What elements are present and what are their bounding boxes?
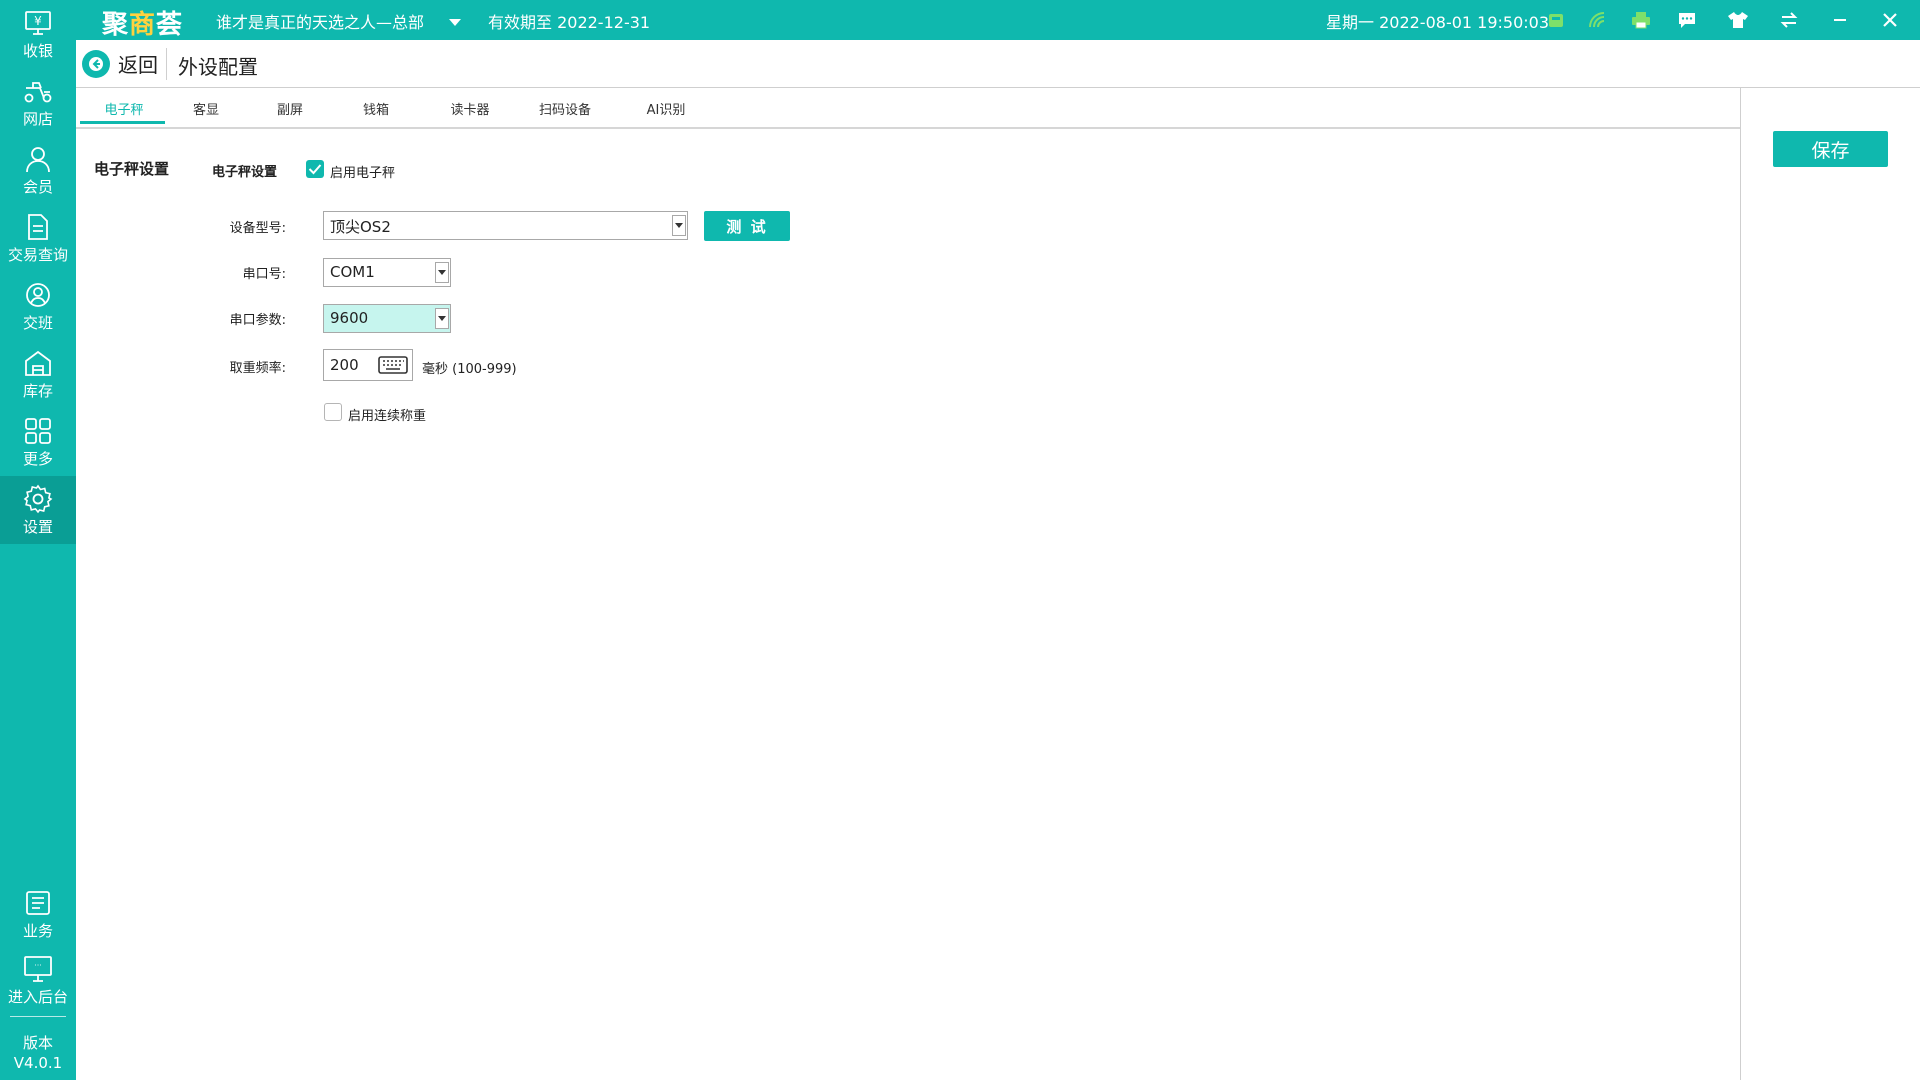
app-logo: 聚商荟 bbox=[102, 10, 184, 40]
baud-label: 串口参数: bbox=[229, 313, 286, 328]
gear-icon bbox=[23, 484, 53, 514]
freq-label: 取重频率: bbox=[229, 361, 286, 376]
sidebar-item-member[interactable]: 会员 bbox=[0, 136, 76, 204]
sidebar-item-label: 设置 bbox=[22, 517, 53, 536]
back-arrow-icon bbox=[82, 49, 110, 78]
sidebar-item-business[interactable]: 业务 bbox=[0, 880, 76, 948]
continuous-weighing-label: 启用连续称重 bbox=[348, 409, 427, 424]
checkmark-icon bbox=[308, 164, 322, 175]
version-label: 版本 bbox=[22, 1034, 53, 1052]
port-label: 串口号: bbox=[242, 267, 286, 282]
save-button[interactable]: 保存 bbox=[1773, 131, 1888, 167]
tab-scale[interactable]: 电子秤 bbox=[99, 99, 149, 118]
subsection-title: 电子秤设置 bbox=[212, 165, 278, 180]
device-model-label: 设备型号: bbox=[229, 221, 286, 236]
sidebar-item-label: 进入后台 bbox=[7, 987, 68, 1006]
more-grid-icon bbox=[23, 416, 53, 446]
sidebar: ¥ 收银 网店 会员 交易查询 交班 库存 更多 设置 业务 ··· 进入后台 … bbox=[0, 0, 76, 1080]
tab-scanner[interactable]: 扫码设备 bbox=[535, 99, 595, 118]
sidebar-item-more[interactable]: 更多 bbox=[0, 408, 76, 476]
message-icon[interactable] bbox=[1675, 8, 1699, 32]
tab-card-reader[interactable]: 读卡器 bbox=[445, 99, 495, 118]
page-title: 外设配置 bbox=[178, 55, 258, 79]
page-header: 返回 外设配置 bbox=[76, 40, 1920, 88]
dropdown-arrow-icon[interactable] bbox=[435, 262, 449, 283]
shift-handover-icon bbox=[23, 280, 53, 310]
chevron-down-icon[interactable] bbox=[448, 12, 462, 31]
printer-icon[interactable] bbox=[1629, 8, 1653, 32]
current-datetime: 星期一 2022-08-01 19:50:03 bbox=[1326, 13, 1550, 32]
svg-text:¥: ¥ bbox=[34, 14, 42, 28]
sidebar-item-label: 网店 bbox=[22, 109, 53, 128]
svg-text:···: ··· bbox=[34, 961, 42, 970]
sidebar-item-label: 会员 bbox=[22, 177, 53, 196]
swap-icon[interactable] bbox=[1777, 8, 1801, 32]
minimize-icon[interactable] bbox=[1828, 8, 1852, 32]
freq-value: 200 bbox=[330, 356, 359, 374]
active-tab-indicator bbox=[80, 121, 165, 124]
dropdown-arrow-icon[interactable] bbox=[672, 215, 686, 236]
enable-scale-label: 启用电子秤 bbox=[330, 166, 396, 181]
continuous-weighing-checkbox[interactable] bbox=[324, 403, 342, 421]
tab-secondary-screen[interactable]: 副屏 bbox=[270, 99, 310, 118]
business-icon bbox=[23, 888, 53, 918]
title-bar: 聚商荟 谁才是真正的天选之人—总部 有效期至 2022-12-31 星期一 20… bbox=[76, 0, 1920, 40]
sidebar-item-cashier[interactable]: ¥ 收银 bbox=[0, 0, 76, 68]
tab-cash-drawer[interactable]: 钱箱 bbox=[356, 99, 396, 118]
freq-input[interactable]: 200 bbox=[323, 349, 413, 381]
test-button[interactable]: 测 试 bbox=[704, 211, 790, 241]
sidebar-item-inventory[interactable]: 库存 bbox=[0, 340, 76, 408]
expiry-date: 有效期至 2022-12-31 bbox=[488, 13, 651, 32]
sidebar-item-online-store[interactable]: 网店 bbox=[0, 68, 76, 136]
dropdown-arrow-icon[interactable] bbox=[435, 308, 449, 329]
cashier-icon: ¥ bbox=[23, 8, 53, 38]
tab-customer-display[interactable]: 客显 bbox=[186, 99, 226, 118]
member-icon bbox=[23, 144, 53, 174]
wifi-icon[interactable] bbox=[1586, 8, 1610, 32]
sidebar-item-backend[interactable]: ··· 进入后台 bbox=[0, 946, 76, 1014]
store-name[interactable]: 谁才是真正的天选之人—总部 bbox=[216, 9, 424, 33]
sidebar-item-transaction-query[interactable]: 交易查询 bbox=[0, 204, 76, 272]
version-value: V4.0.1 bbox=[13, 1054, 63, 1072]
baud-value: 9600 bbox=[330, 309, 369, 327]
version-info: 版本 V4.0.1 bbox=[0, 1033, 76, 1073]
inventory-icon bbox=[23, 348, 53, 378]
freq-unit: 毫秒 (100-999) bbox=[422, 362, 517, 377]
device-model-select[interactable]: 顶尖OS2 bbox=[323, 211, 688, 240]
port-value: COM1 bbox=[330, 263, 375, 281]
sidebar-item-settings[interactable]: 设置 bbox=[0, 476, 76, 544]
device-model-value: 顶尖OS2 bbox=[330, 218, 391, 236]
keyboard-icon[interactable] bbox=[376, 353, 410, 377]
sidebar-item-label: 更多 bbox=[22, 449, 53, 468]
back-button[interactable]: 返回 bbox=[82, 49, 158, 78]
skin-tshirt-icon[interactable] bbox=[1726, 8, 1750, 32]
sidebar-divider bbox=[10, 1016, 66, 1017]
online-store-icon bbox=[23, 76, 53, 106]
section-title: 电子秤设置 bbox=[94, 160, 170, 178]
tab-ai-recognition[interactable]: AI识别 bbox=[641, 99, 691, 118]
baud-select[interactable]: 9600 bbox=[323, 304, 451, 333]
peripheral-tabs: 电子秤 客显 副屏 钱箱 读卡器 扫码设备 AI识别 bbox=[76, 88, 1740, 129]
close-icon[interactable] bbox=[1878, 8, 1902, 32]
transaction-query-icon bbox=[23, 212, 53, 242]
sidebar-item-label: 业务 bbox=[22, 921, 53, 940]
cash-drawer-icon[interactable] bbox=[1544, 8, 1568, 32]
sidebar-item-label: 交易查询 bbox=[7, 245, 68, 264]
sidebar-item-label: 交班 bbox=[22, 313, 53, 332]
right-panel-divider bbox=[1740, 88, 1741, 1080]
sidebar-item-label: 收银 bbox=[22, 41, 53, 60]
sidebar-item-shift-handover[interactable]: 交班 bbox=[0, 272, 76, 340]
port-select[interactable]: COM1 bbox=[323, 258, 451, 287]
enable-scale-checkbox[interactable] bbox=[306, 160, 324, 178]
sidebar-item-label: 库存 bbox=[22, 381, 53, 400]
backend-monitor-icon: ··· bbox=[23, 954, 53, 984]
back-label: 返回 bbox=[118, 53, 158, 77]
header-divider bbox=[166, 48, 167, 80]
